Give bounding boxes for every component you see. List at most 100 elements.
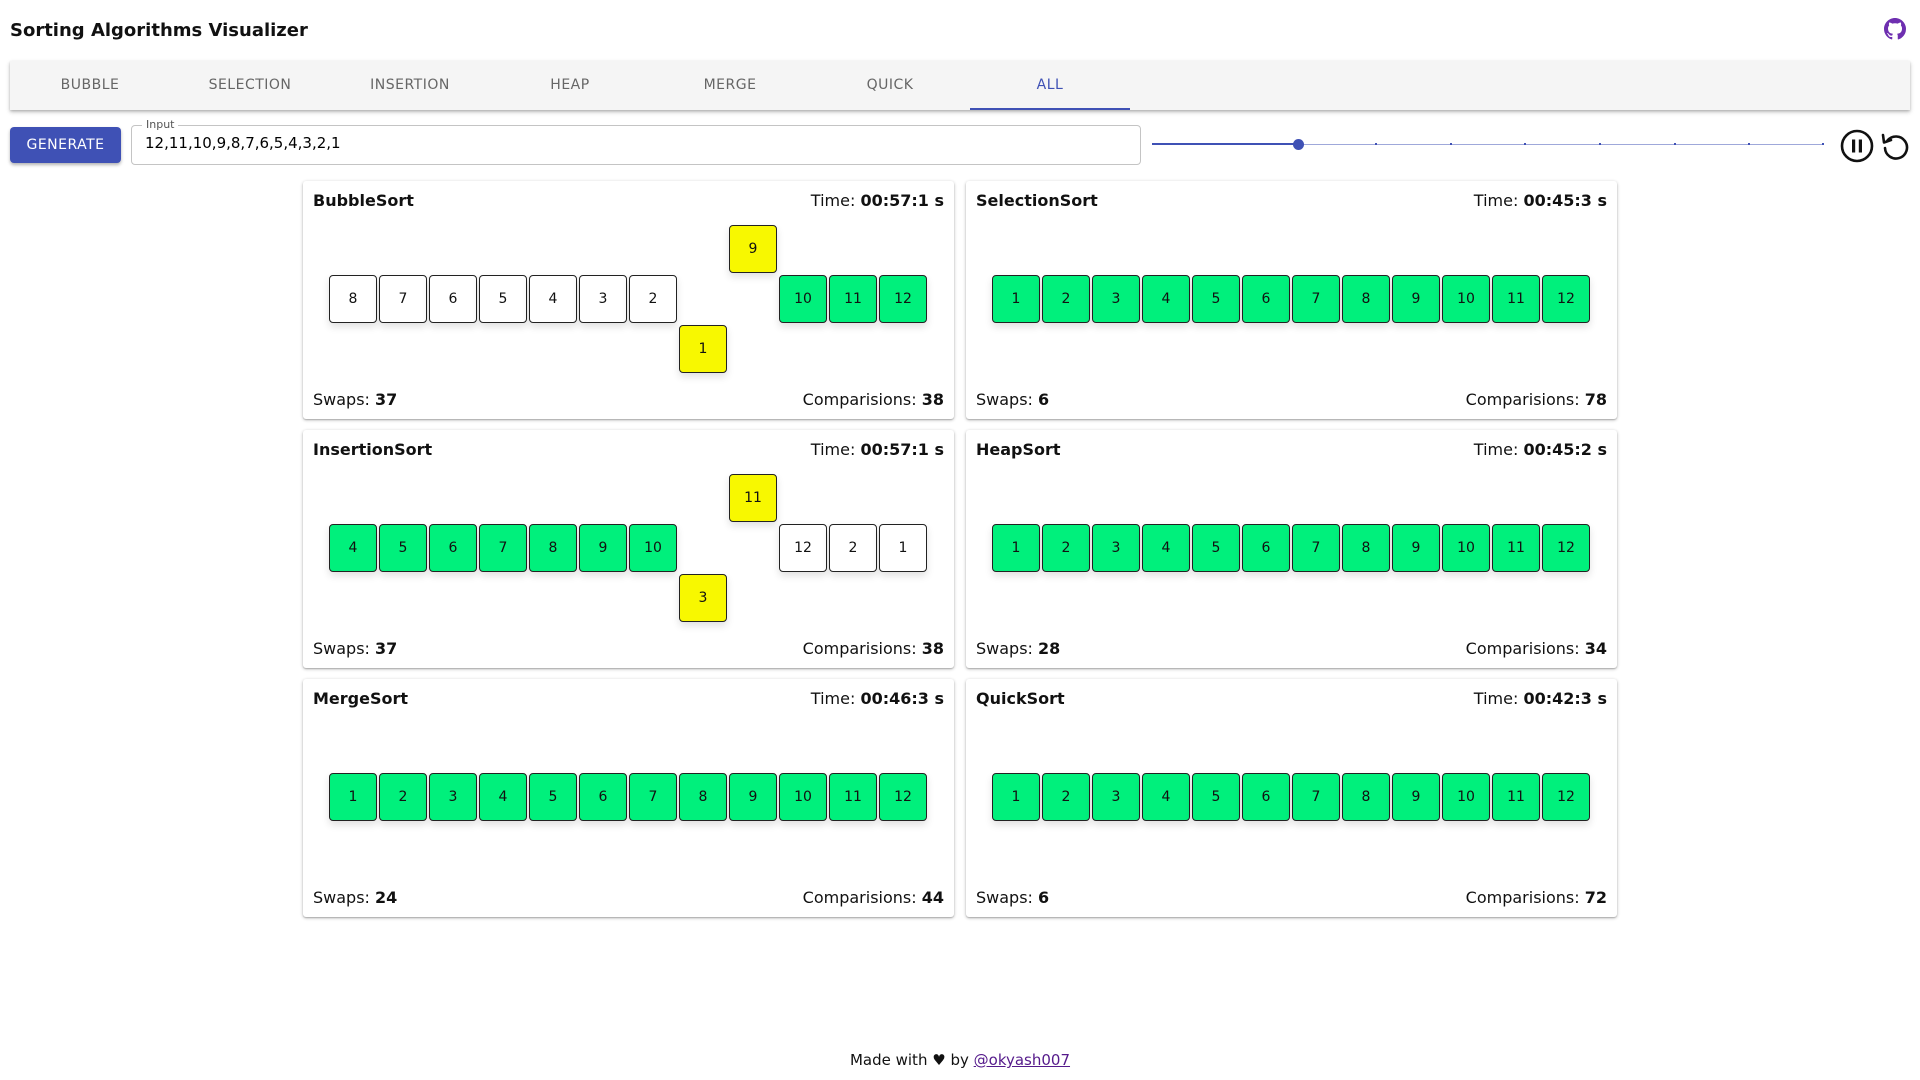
array-cell: 4 [529,275,577,323]
comparisons-value: 38 [921,390,944,409]
algorithm-name: InsertionSort [313,440,433,459]
tab-bubble[interactable]: BUBBLE [10,61,170,110]
array-cell: 8 [1342,773,1390,821]
card-quicksort: QuickSort Time: 00:42:3 s Swaps: 6 Compa… [966,679,1617,917]
slider-mark [1822,143,1824,145]
comparisons-label: Comparisions: [1465,888,1580,907]
array-cell: 12 [1542,524,1590,572]
array-cell: 2 [1042,275,1090,323]
tab-all[interactable]: ALL [970,61,1130,110]
card-mergesort: MergeSort Time: 00:46:3 s Swaps: 24 Comp… [303,679,954,917]
array-cell: 3 [1092,524,1140,572]
input-field-wrapper: Input [131,118,1141,165]
speed-slider[interactable] [1152,136,1824,154]
comparisons-value: 34 [1584,639,1607,658]
generate-button[interactable]: GENERATE [10,127,121,163]
tab-quick[interactable]: QUICK [810,61,970,110]
array-cell: 10 [1442,524,1490,572]
array-cell: 10 [779,275,827,323]
array-cell: 4 [479,773,527,821]
slider-mark [1674,143,1676,145]
array-cell: 1 [329,773,377,821]
time-display: Time: 00:57:1 s [811,440,944,459]
array-cell: 5 [1192,524,1240,572]
swaps-value: 6 [1038,390,1050,409]
array-cell: 6 [429,275,477,323]
array-cell: 9 [1392,773,1440,821]
swaps-display: Swaps: 28 [976,639,1060,658]
array-input[interactable] [145,134,1125,152]
footer-by: by [950,1051,969,1069]
array-cell: 9 [579,524,627,572]
tab-heap[interactable]: HEAP [490,61,650,110]
array-cell: 5 [1192,275,1240,323]
comparisons-display: Comparisions: 38 [803,390,944,409]
array-cell: 11 [729,474,777,522]
swaps-value: 28 [1038,639,1061,658]
array-cell: 6 [1242,275,1290,323]
reset-icon[interactable] [1878,129,1912,163]
array-cell: 8 [329,275,377,323]
array-cell: 3 [579,275,627,323]
array-cell: 6 [429,524,477,572]
array-cell: 1 [992,773,1040,821]
array-cell: 2 [1042,773,1090,821]
comparisons-display: Comparisions: 78 [1466,390,1607,409]
array-cell: 6 [579,773,627,821]
array-cell: 11 [829,275,877,323]
comparisons-label: Comparisions: [1465,639,1580,658]
array-cell: 1 [879,524,927,572]
comparisons-value: 44 [921,888,944,907]
array-cell: 11 [1492,773,1540,821]
algorithm-tabs: BUBBLE SELECTION INSERTION HEAP MERGE QU… [10,61,1910,110]
array-cell: 12 [779,524,827,572]
github-icon[interactable] [1884,18,1906,40]
array-cell: 12 [1542,773,1590,821]
author-link[interactable]: @okyash007 [974,1051,1070,1069]
array-cell: 6 [1242,524,1290,572]
array-cell: 9 [1392,524,1440,572]
heart-icon: ♥ [932,1051,946,1069]
array-cell: 10 [629,524,677,572]
slider-mark [1226,143,1228,145]
swaps-label: Swaps: [313,390,370,409]
tab-merge[interactable]: MERGE [650,61,810,110]
time-value: 00:57:1 s [860,191,944,210]
array-cell: 6 [1242,773,1290,821]
time-label: Time: [1473,440,1519,459]
comparisons-label: Comparisions: [802,888,917,907]
array-cell: 11 [829,773,877,821]
comparisons-value: 38 [921,639,944,658]
app-title: Sorting Algorithms Visualizer [10,20,308,41]
pause-circle-icon[interactable] [1840,129,1874,163]
slider-mark [1450,143,1452,145]
comparisons-value: 72 [1584,888,1607,907]
algorithm-name: MergeSort [313,689,409,708]
array-cell: 7 [1292,773,1340,821]
time-value: 00:45:3 s [1523,191,1607,210]
time-display: Time: 00:45:2 s [1474,440,1607,459]
array-cell: 8 [1342,275,1390,323]
tab-selection[interactable]: SELECTION [170,61,330,110]
array-cell: 9 [1392,275,1440,323]
swaps-label: Swaps: [313,639,370,658]
array-cell: 4 [1142,773,1190,821]
slider-mark [1748,143,1750,145]
array-cell: 10 [779,773,827,821]
swaps-display: Swaps: 37 [313,390,397,409]
time-value: 00:57:1 s [860,440,944,459]
card-bubblesort: BubbleSort Time: 00:57:1 s Swaps: 37 Com… [303,181,954,419]
array-cell: 5 [479,275,527,323]
slider-mark [1375,143,1377,145]
tab-insertion[interactable]: INSERTION [330,61,490,110]
comparisons-display: Comparisions: 44 [803,888,944,907]
card-selectionsort: SelectionSort Time: 00:45:3 s Swaps: 6 C… [966,181,1617,419]
comparisons-display: Comparisions: 34 [1466,639,1607,658]
swaps-display: Swaps: 37 [313,639,397,658]
comparisons-display: Comparisions: 38 [803,639,944,658]
swaps-label: Swaps: [976,888,1033,907]
time-value: 00:42:3 s [1523,689,1607,708]
array-cell: 8 [1342,524,1390,572]
array-cell: 5 [1192,773,1240,821]
slider-thumb[interactable] [1293,139,1304,150]
